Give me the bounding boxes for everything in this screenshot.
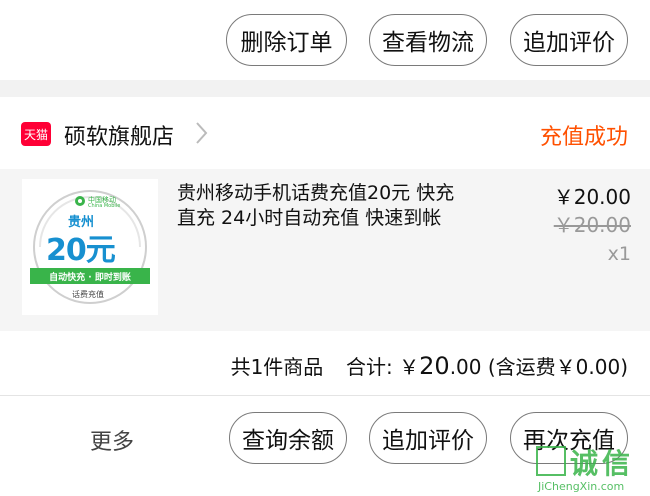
- carrier-name-en: China Mobile: [88, 203, 121, 209]
- store-name[interactable]: 硕软旗舰店: [64, 119, 174, 151]
- store-header[interactable]: 天猫 硕软旗舰店 充值成功: [0, 97, 650, 169]
- thumb-caption: 话费充值: [72, 290, 104, 299]
- watermark-brand: 诚信: [570, 447, 635, 480]
- add-review-button[interactable]: 追加评价: [510, 14, 628, 66]
- watermark-url: JiChengXin.com: [538, 480, 625, 493]
- check-balance-button[interactable]: 查询余额: [229, 412, 347, 464]
- delete-order-button[interactable]: 删除订单: [226, 14, 347, 66]
- thumb-banner: 自动快充 · 即时到账: [30, 268, 150, 284]
- total-label: 合计: ￥: [346, 355, 420, 379]
- product-price: ￥20.00: [553, 185, 631, 209]
- tmall-badge-icon: 天猫: [21, 122, 51, 146]
- product-title[interactable]: 贵州移动手机话费充值20元 快充 直充 24小时自动充值 快速到帐: [177, 181, 507, 231]
- item-count: 共1件商品: [230, 355, 324, 379]
- thumb-amount: 20元: [46, 233, 116, 268]
- chevron-right-icon: [196, 122, 208, 144]
- more-button[interactable]: 更多: [90, 424, 134, 456]
- add-review-button-bottom[interactable]: 追加评价: [369, 412, 487, 464]
- order-card: 天猫 硕软旗舰店 充值成功 中国移动 China Mobile 贵州 20元 自…: [0, 97, 650, 496]
- shipping-fee: (含运费￥0.00): [487, 355, 628, 379]
- view-logistics-button[interactable]: 查看物流: [369, 14, 487, 66]
- total-amount-int: 20: [419, 352, 450, 380]
- order-summary: 共1件商品 合计: ￥20.00 (含运费￥0.00): [231, 351, 628, 380]
- product-row[interactable]: 中国移动 China Mobile 贵州 20元 自动快充 · 即时到账 话费充…: [0, 169, 650, 331]
- watermark: 诚信 JiChengXin.com: [528, 444, 650, 496]
- product-title-line2: 直充 24小时自动充值 快速到帐: [177, 207, 442, 229]
- divider: [0, 395, 650, 396]
- product-quantity: x1: [607, 243, 631, 265]
- watermark-logo-icon: [536, 446, 566, 476]
- order-status: 充值成功: [539, 125, 628, 150]
- product-original-price: ￥20.00: [553, 213, 631, 237]
- tmall-badge-label: 天猫: [23, 127, 48, 142]
- total-amount-dec: .00: [449, 355, 482, 379]
- product-thumbnail: 中国移动 China Mobile 贵州 20元 自动快充 · 即时到账 话费充…: [22, 179, 158, 315]
- product-title-line1: 贵州移动手机话费充值20元 快充: [177, 182, 455, 204]
- top-actions-card: 删除订单 查看物流 追加评价: [0, 0, 650, 80]
